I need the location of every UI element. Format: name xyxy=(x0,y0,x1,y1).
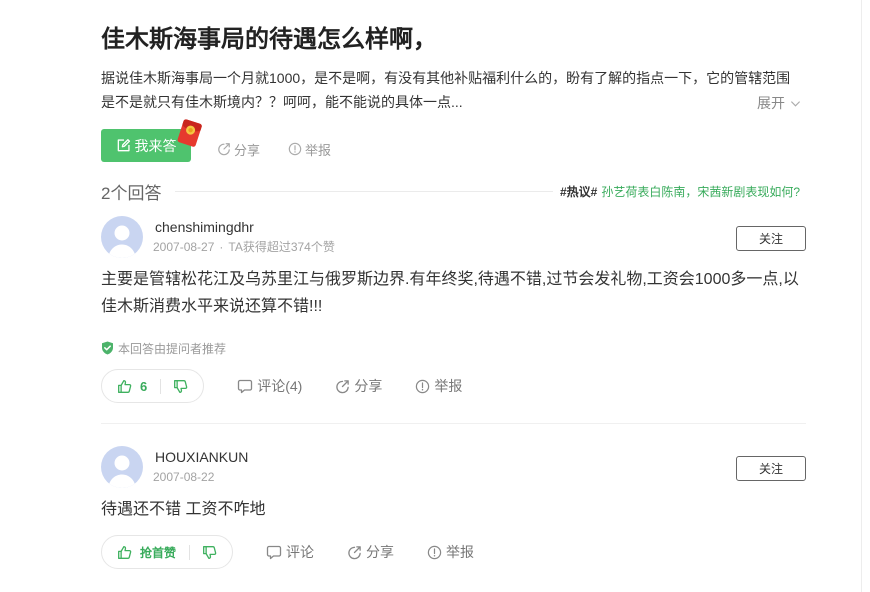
downvote-button[interactable] xyxy=(173,379,188,394)
answer-content: 主要是管辖松花江及乌苏里江与俄罗斯边界.有年终奖,待遇不错,过节会发礼物,工资会… xyxy=(101,271,799,315)
question-description: 据说佳木斯海事局一个月就1000，是不是啊，有没有其他补贴福利什么的，盼有了解的… xyxy=(101,70,791,110)
vote-box: 6 xyxy=(101,369,205,403)
comment-button[interactable]: 评论 xyxy=(266,542,314,562)
hot-tag: #热议# xyxy=(559,184,598,199)
hot-topic-text: 孙艺荷表白陈南，宋茜新剧表现如何? xyxy=(601,184,800,199)
thumbs-up-icon xyxy=(117,545,132,560)
recommended-badge: 本回答由提问者推荐 xyxy=(101,339,806,357)
username[interactable]: HOUXIANKUN xyxy=(155,448,736,466)
username[interactable]: chenshimingdhr xyxy=(155,218,736,236)
share-icon xyxy=(347,545,362,560)
page-right-border xyxy=(861,0,862,592)
comment-label: 评论 xyxy=(286,544,315,560)
answer-content: 待遇还不错 工资不咋地 xyxy=(101,501,266,518)
avatar[interactable] xyxy=(101,446,143,488)
answer-header: chenshimingdhr 2007-08-27 · TA获得超过374个赞 … xyxy=(101,216,806,258)
recommended-label: 本回答由提问者推荐 xyxy=(118,341,227,356)
vote-divider xyxy=(189,544,191,560)
report-label: 举报 xyxy=(434,378,463,394)
answer-footer: 抢首赞 评论 分享 举报 xyxy=(101,535,806,569)
answer-date: 2007-08-22 xyxy=(153,470,215,484)
vote-box: 抢首赞 xyxy=(101,535,234,569)
header-divider xyxy=(175,190,553,192)
answer-meta: 2007-08-27 · TA获得超过374个赞 xyxy=(153,239,736,255)
share-button[interactable]: 分享 xyxy=(335,376,382,396)
expand-label: 展开 xyxy=(757,95,785,111)
share-icon xyxy=(335,379,350,394)
upvote-button[interactable]: 6 xyxy=(117,379,147,394)
follow-button[interactable]: 关注 xyxy=(736,456,806,481)
default-avatar-icon xyxy=(101,216,143,258)
answer-date: 2007-08-27 xyxy=(153,240,215,254)
thumbs-up-icon xyxy=(117,379,132,394)
question-report-button[interactable]: 举报 xyxy=(288,137,331,161)
answer-button-label: 我来答 xyxy=(134,137,177,154)
upvote-button[interactable]: 抢首赞 xyxy=(117,544,176,561)
share-button[interactable]: 分享 xyxy=(347,542,394,562)
answer-footer: 6 评论(4) 分享 举报 xyxy=(101,369,806,403)
answer-header: HOUXIANKUN 2007-08-22 关注 xyxy=(101,446,806,488)
report-label: 举报 xyxy=(305,142,332,158)
expand-button[interactable]: 展开 xyxy=(757,91,801,115)
meta-separator: · xyxy=(219,240,224,254)
user-info: HOUXIANKUN 2007-08-22 xyxy=(153,446,736,488)
answer-count: 2个回答 xyxy=(101,183,162,203)
red-envelope-icon xyxy=(176,118,203,149)
share-label: 分享 xyxy=(366,544,395,560)
report-icon xyxy=(288,142,302,156)
report-button[interactable]: 举报 xyxy=(415,376,462,396)
answers-header: 2个回答 #热议# 孙艺荷表白陈南，宋茜新剧表现如何? xyxy=(101,180,806,203)
upvote-count: 6 xyxy=(140,378,148,394)
question-title: 佳木斯海事局的待遇怎么样啊， xyxy=(101,26,437,53)
first-like-label: 抢首赞 xyxy=(140,545,177,560)
share-label: 分享 xyxy=(354,378,383,394)
answer-meta: 2007-08-22 xyxy=(153,469,736,485)
share-label: 分享 xyxy=(234,142,261,158)
answer-item: HOUXIANKUN 2007-08-22 关注 待遇还不错 工资不咋地 抢首赞 xyxy=(101,446,806,569)
thumbs-down-icon xyxy=(173,379,188,394)
comment-icon xyxy=(237,378,253,394)
report-icon xyxy=(415,379,430,394)
user-likes-stat: TA获得超过374个赞 xyxy=(228,240,335,254)
chevron-down-icon xyxy=(790,98,801,109)
comment-button[interactable]: 评论(4) xyxy=(237,376,302,396)
shield-check-icon xyxy=(101,341,114,355)
report-label: 举报 xyxy=(446,544,475,560)
follow-button[interactable]: 关注 xyxy=(736,226,806,251)
question-share-button[interactable]: 分享 xyxy=(217,137,260,161)
thumbs-down-icon xyxy=(202,545,217,560)
vote-divider xyxy=(160,378,162,394)
user-info: chenshimingdhr 2007-08-27 · TA获得超过374个赞 xyxy=(153,216,736,258)
comment-icon xyxy=(266,544,282,560)
share-icon xyxy=(217,142,231,156)
edit-icon xyxy=(116,138,131,153)
downvote-button[interactable] xyxy=(202,545,217,560)
comment-label: 评论(4) xyxy=(257,378,303,394)
hot-topic-link[interactable]: #热议# 孙艺荷表白陈南，宋茜新剧表现如何? xyxy=(560,183,800,200)
avatar[interactable] xyxy=(101,216,143,258)
report-icon xyxy=(427,545,442,560)
report-button[interactable]: 举报 xyxy=(427,542,474,562)
answer-item: chenshimingdhr 2007-08-27 · TA获得超过374个赞 … xyxy=(101,216,806,403)
default-avatar-icon xyxy=(101,446,143,488)
answer-separator xyxy=(101,423,806,424)
